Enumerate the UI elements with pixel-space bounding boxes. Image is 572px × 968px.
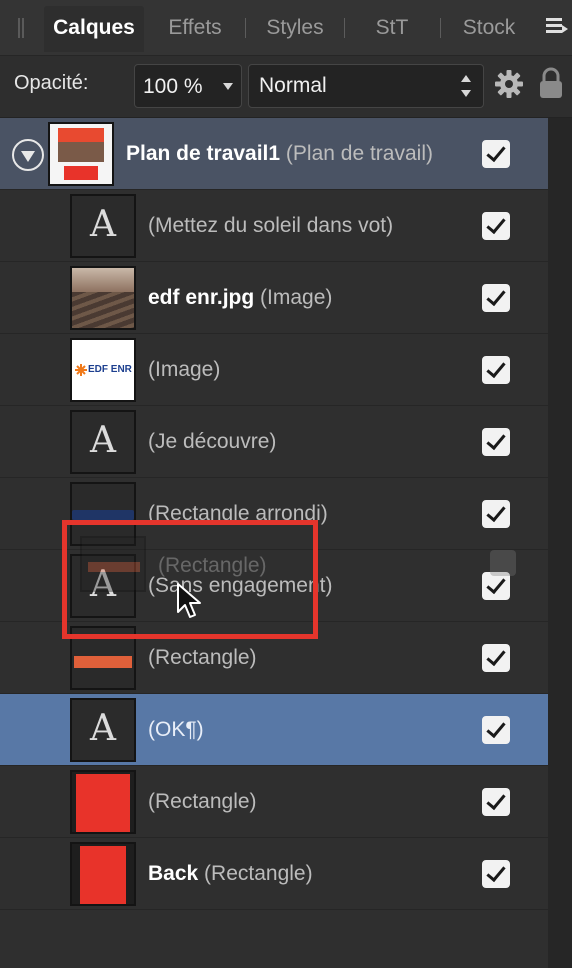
layer-type: (Rectangle): [148, 790, 257, 813]
visibility-checkbox[interactable]: [482, 428, 510, 456]
opacity-dropdown[interactable]: 100 %: [134, 64, 242, 108]
tab-stt[interactable]: StT: [350, 6, 434, 52]
layer-row[interactable]: A (Mettez du soleil dans vot): [0, 190, 548, 262]
visibility-checkbox[interactable]: [482, 716, 510, 744]
layer-row[interactable]: EDF ENR (Image): [0, 334, 548, 406]
layer-row[interactable]: Back (Rectangle): [0, 838, 548, 910]
layer-type: (Image): [148, 358, 221, 381]
artboard-thumbnail: [48, 122, 114, 186]
shape-thumbnail: [70, 842, 136, 906]
layer-label: (Je découvre): [148, 430, 276, 454]
visibility-checkbox[interactable]: [482, 140, 510, 168]
layer-label: (Mettez du soleil dans vot): [148, 214, 393, 238]
layer-row[interactable]: A (Je découvre): [0, 406, 548, 478]
panel-menu-icon[interactable]: [546, 18, 568, 38]
edf-logo-icon: [75, 364, 87, 376]
text-layer-icon: A: [70, 410, 136, 474]
layer-type: (Rectangle): [204, 862, 313, 885]
layer-toolbar: Opacité: 100 % Normal: [0, 56, 572, 118]
stepper-arrows-icon: [461, 75, 471, 97]
mouse-cursor-icon: [177, 583, 201, 618]
tab-calques[interactable]: Calques: [44, 6, 144, 52]
layer-row[interactable]: (Rectangle): [0, 766, 548, 838]
artboard-label: Plan de travail1 (Plan de travail): [126, 142, 433, 166]
layer-label: edf enr.jpg (Image): [148, 286, 332, 310]
visibility-checkbox[interactable]: [482, 860, 510, 888]
layer-type: (Je découvre): [148, 430, 277, 453]
layer-row-selected[interactable]: A (OK¶): [0, 694, 548, 766]
layer-type: (Rectangle): [148, 646, 257, 669]
blend-mode-value: Normal: [259, 74, 327, 97]
layer-label: Back (Rectangle): [148, 862, 313, 886]
lock-icon[interactable]: [538, 66, 564, 100]
tab-styles[interactable]: Styles: [250, 6, 340, 52]
layer-label: (OK¶): [148, 718, 204, 742]
layers-scrollbar[interactable]: [548, 118, 572, 968]
logo-text: EDF ENR: [88, 364, 132, 375]
image-thumbnail: [70, 266, 136, 330]
text-layer-icon: A: [70, 194, 136, 258]
scrollbar-thumb[interactable]: [552, 188, 568, 308]
visibility-checkbox[interactable]: [482, 284, 510, 312]
layer-type: (Plan de travail): [285, 142, 433, 165]
collapse-toggle-icon[interactable]: [12, 139, 44, 171]
opacity-value: 100 %: [143, 75, 203, 98]
panel-grip-icon[interactable]: [18, 18, 24, 38]
blend-mode-select[interactable]: Normal: [248, 64, 484, 108]
visibility-checkbox[interactable]: [482, 500, 510, 528]
chevron-down-icon: [223, 83, 233, 90]
visibility-checkbox[interactable]: [482, 212, 510, 240]
tab-effets[interactable]: Effets: [148, 6, 242, 52]
visibility-checkbox[interactable]: [482, 356, 510, 384]
layer-name: Plan de travail1: [126, 142, 281, 165]
panel-tab-bar: Calques Effets Styles StT Stock: [0, 0, 572, 56]
layer-label: (Image): [148, 358, 220, 382]
tab-divider: [344, 18, 345, 38]
layer-name: edf enr.jpg: [148, 286, 255, 309]
opacity-label: Opacité:: [14, 72, 89, 94]
visibility-checkbox[interactable]: [482, 644, 510, 672]
layer-label: (Rectangle): [148, 646, 257, 670]
layer-type: (Image): [260, 286, 333, 309]
drag-ghost-checkbox: [490, 550, 516, 576]
tab-divider: [440, 18, 441, 38]
artboard-row[interactable]: Plan de travail1 (Plan de travail): [0, 118, 548, 190]
layer-type: (Mettez du soleil dans vot): [148, 214, 394, 237]
tab-divider: [245, 18, 246, 38]
layer-type: (OK¶): [148, 718, 204, 741]
gear-icon[interactable]: [494, 69, 524, 99]
tab-stock[interactable]: Stock: [446, 6, 532, 52]
visibility-checkbox[interactable]: [482, 788, 510, 816]
layer-name: Back: [148, 862, 199, 885]
logo-thumbnail: EDF ENR: [70, 338, 136, 402]
layer-label: (Rectangle): [148, 790, 257, 814]
text-layer-icon: A: [70, 698, 136, 762]
shape-thumbnail: [70, 770, 136, 834]
layer-row[interactable]: edf enr.jpg (Image): [0, 262, 548, 334]
